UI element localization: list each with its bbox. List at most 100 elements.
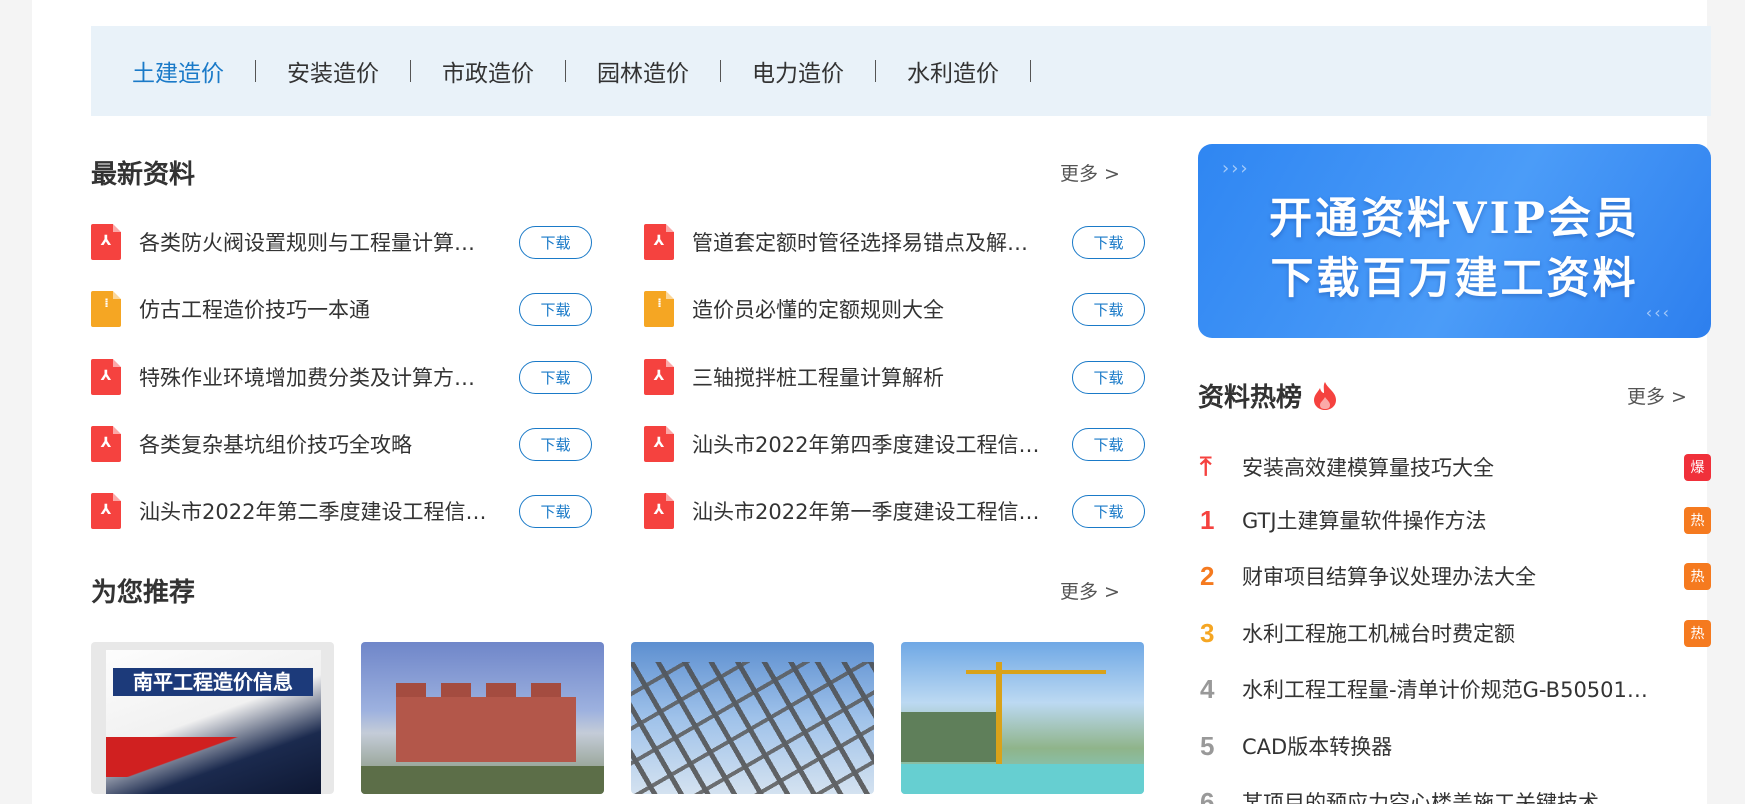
recommend-more-link[interactable]: 更多 > <box>1060 577 1120 604</box>
download-button[interactable]: 下载 <box>1072 360 1145 394</box>
download-button[interactable]: 下载 <box>519 427 592 461</box>
file-row[interactable]: ⅄ 特殊作业环境增加费分类及计算方法解析 下载 <box>91 358 592 396</box>
crane-image <box>966 662 1106 772</box>
hot-rank: 4 <box>1200 673 1215 704</box>
category-tab-bar: 土建造价 安装造价 市政造价 园林造价 电力造价 水利造价 <box>91 26 1711 116</box>
file-row[interactable]: ⅄ 汕头市2022年第一季度建设工程信息价 下载 <box>644 492 1145 530</box>
hot-title-text: 资料热榜 <box>1198 383 1303 413</box>
file-title[interactable]: 各类复杂基坑组价技巧全攻略 <box>139 429 489 459</box>
hot-item-title[interactable]: GTJ土建算量软件操作方法 <box>1242 505 1652 535</box>
cover-decoration <box>106 737 321 777</box>
zip-file-icon: ⁞ <box>91 291 121 327</box>
tab-civil[interactable]: 土建造价 <box>132 54 224 88</box>
pdf-file-icon: ⅄ <box>91 224 121 260</box>
vip-banner-line1: 开通资料VIP会员 <box>1269 194 1640 244</box>
hot-more-link[interactable]: 更多 > <box>1627 382 1687 409</box>
file-title[interactable]: 三轴搅拌桩工程量计算解析 <box>692 362 1042 392</box>
hot-badge: 热 <box>1684 619 1711 647</box>
latest-section-title: 最新资料 <box>91 160 196 190</box>
vip-banner[interactable]: ››› 开通资料VIP会员 下载百万建工资料 ‹‹‹ <box>1198 144 1711 338</box>
page: 土建造价 安装造价 市政造价 园林造价 电力造价 水利造价 最新资料 更多 > … <box>32 0 1711 804</box>
tab-installation[interactable]: 安装造价 <box>287 54 379 88</box>
hot-rank: 5 <box>1200 730 1215 761</box>
download-button[interactable]: 下载 <box>1072 292 1145 326</box>
download-button[interactable]: 下载 <box>1072 427 1145 461</box>
pdf-file-icon: ⅄ <box>644 426 674 462</box>
file-title[interactable]: 汕头市2022年第一季度建设工程信息价 <box>692 496 1042 526</box>
tab-divider <box>1030 60 1031 82</box>
hot-rank: 6 <box>1200 786 1215 804</box>
pdf-file-icon: ⅄ <box>644 224 674 260</box>
hot-list-item[interactable]: 1 GTJ土建算量软件操作方法 热 <box>1198 500 1711 540</box>
file-title[interactable]: 各类防火阀设置规则与工程量计算方法 <box>139 227 489 257</box>
file-title[interactable]: 管道套定额时管径选择易错点及解决方法 <box>692 227 1042 257</box>
file-title[interactable]: 造价员必懂的定额规则大全 <box>692 294 1042 324</box>
file-row[interactable]: ⅄ 管道套定额时管径选择易错点及解决方法 下载 <box>644 223 1145 261</box>
hot-badge: 热 <box>1684 506 1711 534</box>
recommend-card[interactable] <box>361 642 604 794</box>
pdf-file-icon: ⅄ <box>91 493 121 529</box>
recommend-card[interactable] <box>631 642 874 794</box>
site-image <box>901 712 1001 762</box>
hot-rank: 2 <box>1200 560 1215 591</box>
file-row[interactable]: ⅄ 汕头市2022年第二季度建设工程信息价 下载 <box>91 492 592 530</box>
ground-image <box>361 766 604 794</box>
file-row[interactable]: ⁞ 仿古工程造价技巧一本通 下载 <box>91 290 592 328</box>
hot-rank: 1 <box>1200 504 1215 535</box>
latest-more-link[interactable]: 更多 > <box>1060 159 1120 186</box>
hot-list-item[interactable]: 6 某项目的预应力空心楼盖施工关键技术 <box>1198 782 1711 804</box>
download-button[interactable]: 下载 <box>519 292 592 326</box>
download-button[interactable]: 下载 <box>1072 225 1145 259</box>
tab-divider <box>875 60 876 82</box>
file-title[interactable]: 汕头市2022年第二季度建设工程信息价 <box>139 496 489 526</box>
hot-item-title[interactable]: 水利工程工程量-清单计价规范G-B50501-2007 <box>1242 674 1652 704</box>
pdf-file-icon: ⅄ <box>91 359 121 395</box>
tab-municipal[interactable]: 市政造价 <box>442 54 534 88</box>
pdf-file-icon: ⅄ <box>91 426 121 462</box>
hot-rank: 3 <box>1200 617 1215 648</box>
pdf-file-icon: ⅄ <box>644 359 674 395</box>
file-row[interactable]: ⅄ 各类防火阀设置规则与工程量计算方法 下载 <box>91 223 592 261</box>
tab-divider <box>255 60 256 82</box>
file-row[interactable]: ⁞ 造价员必懂的定额规则大全 下载 <box>644 290 1145 328</box>
download-button[interactable]: 下载 <box>519 360 592 394</box>
hot-item-title[interactable]: 财审项目结算争议处理办法大全 <box>1242 561 1652 591</box>
tab-power[interactable]: 电力造价 <box>752 54 844 88</box>
tab-divider <box>410 60 411 82</box>
foundation-image <box>901 764 1144 794</box>
cover-title: 南平工程造价信息 <box>113 668 313 696</box>
hot-list-item[interactable]: 4 水利工程工程量-清单计价规范G-B50501-2007 <box>1198 669 1711 709</box>
tab-landscape[interactable]: 园林造价 <box>597 54 689 88</box>
recommend-section-title: 为您推荐 <box>91 578 196 608</box>
vip-banner-line2: 下载百万建工资料 <box>1270 254 1639 304</box>
file-title[interactable]: 仿古工程造价技巧一本通 <box>139 294 489 324</box>
zip-file-icon: ⁞ <box>644 291 674 327</box>
arrows-decoration: ‹‹‹ <box>1645 303 1671 322</box>
pin-top-icon: ⤒ <box>1200 451 1212 481</box>
tab-divider <box>565 60 566 82</box>
file-row[interactable]: ⅄ 三轴搅拌桩工程量计算解析 下载 <box>644 358 1145 396</box>
hot-item-title[interactable]: 某项目的预应力空心楼盖施工关键技术 <box>1242 787 1652 804</box>
file-title[interactable]: 特殊作业环境增加费分类及计算方法解析 <box>139 362 489 392</box>
hot-item-title[interactable]: 水利工程施工机械台时费定额 <box>1242 618 1652 648</box>
hot-item-title[interactable]: CAD版本转换器 <box>1242 731 1652 761</box>
building-image <box>396 683 576 762</box>
file-row[interactable]: ⅄ 汕头市2022年第四季度建设工程信息价 下载 <box>644 425 1145 463</box>
pdf-file-icon: ⅄ <box>644 493 674 529</box>
recommend-card[interactable] <box>901 642 1144 794</box>
hot-item-title[interactable]: 安装高效建模算量技巧大全 <box>1242 452 1652 482</box>
hot-list-item[interactable]: ⤒ 安装高效建模算量技巧大全 爆 <box>1198 447 1711 487</box>
hot-list-item[interactable]: 3 水利工程施工机械台时费定额 热 <box>1198 613 1711 653</box>
arrows-decoration: ››› <box>1222 158 1250 179</box>
download-button[interactable]: 下载 <box>519 225 592 259</box>
file-title[interactable]: 汕头市2022年第四季度建设工程信息价 <box>692 429 1042 459</box>
hot-list-item[interactable]: 2 财审项目结算争议处理办法大全 热 <box>1198 556 1711 596</box>
recommend-card[interactable]: 南平工程造价信息 <box>91 642 334 794</box>
file-row[interactable]: ⅄ 各类复杂基坑组价技巧全攻略 下载 <box>91 425 592 463</box>
flame-icon <box>1314 381 1337 410</box>
hot-list-item[interactable]: 5 CAD版本转换器 <box>1198 726 1711 766</box>
tab-water[interactable]: 水利造价 <box>907 54 999 88</box>
steel-frame-image <box>631 662 874 794</box>
download-button[interactable]: 下载 <box>519 494 592 528</box>
download-button[interactable]: 下载 <box>1072 494 1145 528</box>
